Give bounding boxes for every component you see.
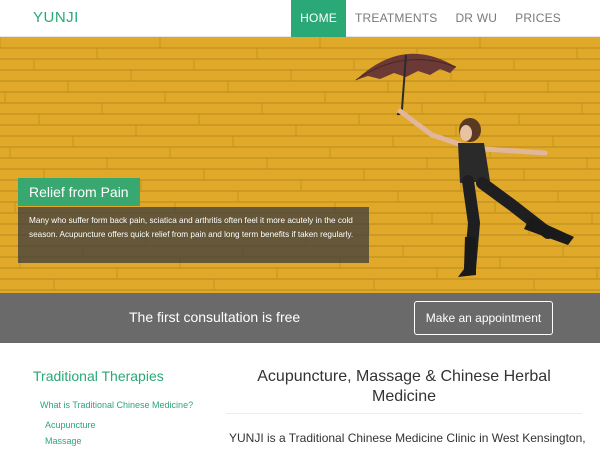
main-nav: HOME TREATMENTS DR WU PRICES — [291, 0, 570, 37]
main-intro-text: YUNJI is a Traditional Chinese Medicine … — [229, 431, 586, 445]
navbar: YUNJI HOME TREATMENTS DR WU PRICES — [0, 0, 600, 37]
sidebar-link-acupuncture[interactable]: Acupuncture — [45, 420, 96, 430]
nav-dr-wu[interactable]: DR WU — [446, 0, 506, 37]
brand-logo[interactable]: YUNJI — [33, 9, 79, 26]
cta-text: The first consultation is free — [129, 309, 301, 325]
nav-prices[interactable]: PRICES — [506, 0, 570, 37]
make-appointment-button[interactable]: Make an appointment — [414, 301, 553, 335]
main-title: Acupuncture, Massage & Chinese Herbal Me… — [257, 368, 551, 405]
nav-home[interactable]: HOME — [291, 0, 346, 37]
hero-caption-title: Relief from Pain — [18, 178, 140, 206]
divider — [226, 413, 582, 414]
sidebar-title: Traditional Therapies — [33, 368, 164, 384]
hero-caption-text: Many who suffer form back pain, sciatica… — [18, 207, 369, 263]
sidebar-link-what-is-tcm[interactable]: What is Traditional Chinese Medicine? — [40, 400, 193, 410]
hero-banner: Relief from Pain Many who suffer form ba… — [0, 37, 600, 293]
nav-treatments[interactable]: TREATMENTS — [346, 0, 446, 37]
cta-bar: The first consultation is free Make an a… — [0, 293, 600, 343]
sidebar-link-massage[interactable]: Massage — [45, 436, 82, 446]
